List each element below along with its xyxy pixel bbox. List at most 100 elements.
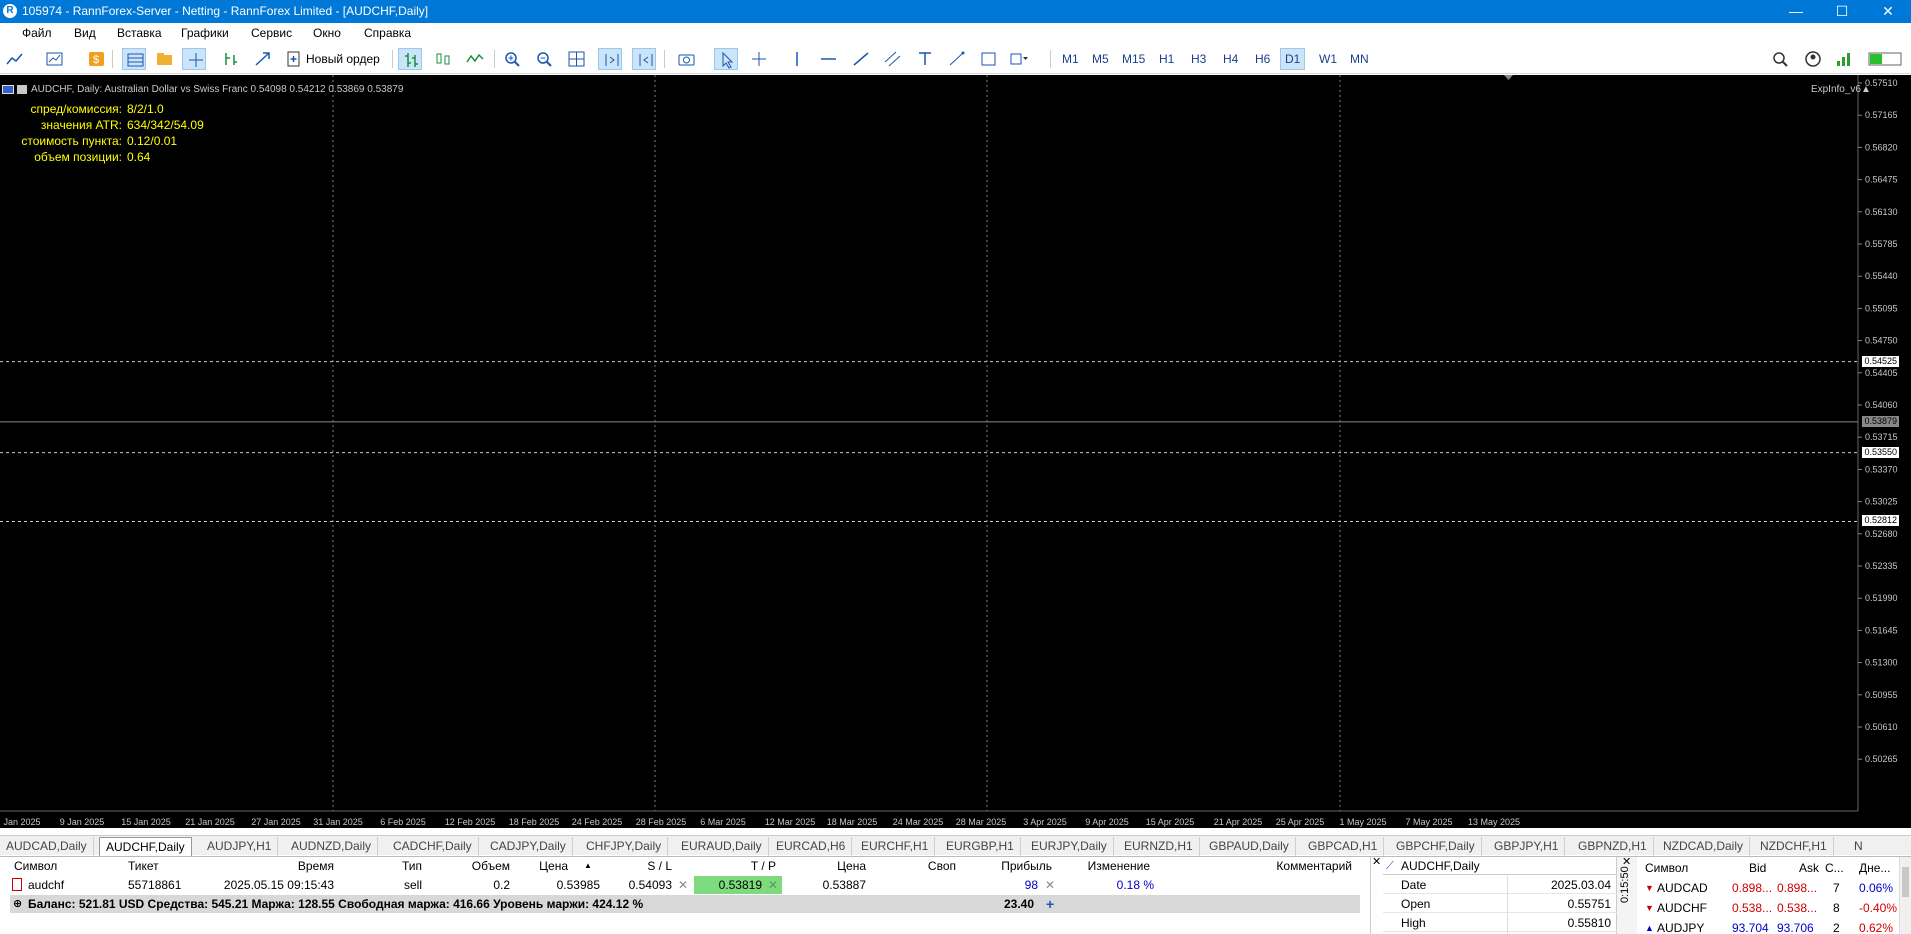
col-sl[interactable]: S / L (620, 857, 672, 875)
col-ticket[interactable]: Тикет (128, 857, 159, 875)
remove-tp-icon[interactable]: ✕ (768, 876, 778, 894)
menu-window[interactable]: Окно (313, 26, 341, 40)
symbol-tab[interactable]: GBPNZD,H1 (1572, 837, 1654, 856)
chart-window-icon[interactable] (42, 48, 66, 70)
market-row[interactable]: ▼ AUDCHF 0.538... 0.538... 8 -0.40% (1637, 899, 1899, 917)
chart-shift-icon[interactable] (598, 48, 622, 70)
trading-icon[interactable]: $ (84, 48, 108, 70)
timeframe-h1[interactable]: H1 (1155, 48, 1178, 70)
timeframe-h6[interactable]: H6 (1251, 48, 1274, 70)
symbol-tab[interactable]: AUDNZD,Daily (285, 837, 379, 856)
maximize-button[interactable]: ☐ (1819, 0, 1865, 23)
cell-tp[interactable]: 0.53819 (700, 876, 762, 894)
col-time[interactable]: Время (250, 857, 334, 875)
symbol-tab[interactable]: EURAUD,Daily (675, 837, 769, 856)
zoom-out-icon[interactable] (532, 48, 556, 70)
market-row[interactable]: ▼ AUDCAD 0.898... 0.898... 7 0.06% (1637, 879, 1899, 897)
channel-icon[interactable] (880, 48, 904, 70)
symbol-tab[interactable]: EURGBP,H1 (940, 837, 1021, 856)
symbol-tab[interactable]: CADJPY,Daily (484, 837, 573, 856)
menu-help[interactable]: Справка (364, 26, 411, 40)
symbol-tab[interactable]: EURJPY,Daily (1025, 837, 1114, 856)
chart-canvas[interactable]: 0.575100.571650.568200.564750.561300.557… (0, 75, 1911, 828)
mw-col-bid[interactable]: Bid (1749, 859, 1766, 877)
timeframe-w1[interactable]: W1 (1315, 48, 1341, 70)
close-button[interactable]: ✕ (1865, 0, 1911, 23)
symbol-tab[interactable]: N (1848, 837, 1869, 856)
new-order-button[interactable]: Новый ордер (284, 48, 386, 70)
close-position-icon[interactable]: ✕ (1045, 876, 1055, 894)
symbol-tab[interactable]: AUDCAD,Daily (0, 837, 94, 856)
search-icon[interactable] (1768, 48, 1792, 70)
symbol-tab-active[interactable]: AUDCHF,Daily (99, 837, 192, 856)
candles-icon[interactable] (430, 48, 454, 70)
fibo-icon[interactable] (944, 48, 968, 70)
signal-vps-icon[interactable] (1832, 48, 1856, 70)
col-profit[interactable]: Прибыль (980, 857, 1052, 875)
symbol-tab[interactable]: GBPCAD,H1 (1302, 837, 1385, 856)
shapes-icon[interactable] (976, 48, 1000, 70)
market-watch-icon[interactable] (122, 48, 146, 70)
symbol-tab[interactable]: AUDJPY,H1 (201, 837, 279, 856)
col-tp[interactable]: T / P (720, 857, 776, 875)
screenshot-icon[interactable] (674, 48, 698, 70)
bar-chart-icon[interactable] (398, 48, 422, 70)
crosshair-data-icon[interactable] (182, 48, 206, 70)
minimize-button[interactable]: — (1773, 0, 1819, 23)
timeframe-h4[interactable]: H4 (1219, 48, 1242, 70)
timeframe-h3[interactable]: H3 (1187, 48, 1210, 70)
symbol-tab[interactable]: CHFJPY,Daily (580, 837, 669, 856)
crosshair-icon[interactable] (746, 48, 770, 70)
col-swap[interactable]: Своп (900, 857, 956, 875)
close-toolbox-icon[interactable]: ✕ (1372, 855, 1381, 868)
timeframe-m5[interactable]: M5 (1088, 48, 1113, 70)
zoom-in-icon[interactable] (500, 48, 524, 70)
timeframe-d1[interactable]: D1 (1280, 48, 1306, 70)
balance-expand-icon[interactable]: ⊕ (13, 895, 22, 913)
timeframe-mn[interactable]: MN (1346, 48, 1373, 70)
account-icon[interactable] (1800, 48, 1824, 70)
symbol-tab[interactable]: GBPAUD,Daily (1203, 837, 1296, 856)
symbol-tab[interactable]: GBPCHF,Daily (1390, 837, 1482, 856)
line-mode-icon[interactable] (462, 48, 486, 70)
market-watch-scrollbar[interactable] (1899, 857, 1911, 934)
col-symbol[interactable]: Символ (14, 857, 57, 875)
add-position-icon[interactable]: + (1046, 895, 1054, 913)
menu-file[interactable]: Файл (22, 26, 52, 40)
line-chart-icon[interactable] (2, 48, 26, 70)
menu-insert[interactable]: Вставка (117, 26, 162, 40)
symbol-tab[interactable]: NZDCAD,Daily (1657, 837, 1751, 856)
col-price[interactable]: Цена (520, 857, 568, 875)
vertical-line-icon[interactable] (784, 48, 808, 70)
horizontal-line-icon[interactable] (816, 48, 840, 70)
tile-windows-icon[interactable] (564, 48, 588, 70)
menu-tools[interactable]: Сервис (251, 26, 292, 40)
price-chart[interactable]: 0.57510 0.57165 0.56820 0.56475 0.56130 0.557… (0, 75, 1911, 828)
autoscroll-icon[interactable] (250, 48, 274, 70)
symbol-tab[interactable]: EURCHF,H1 (855, 837, 936, 856)
text-tool-icon[interactable] (912, 48, 936, 70)
col-change[interactable]: Изменение (1060, 857, 1150, 875)
col-type[interactable]: Тип (380, 857, 422, 875)
autoscroll-chart-icon[interactable] (632, 48, 656, 70)
col-comment[interactable]: Комментарий (1230, 857, 1352, 875)
scrollbar-thumb[interactable] (1902, 867, 1909, 897)
timeframe-m15[interactable]: M15 (1118, 48, 1149, 70)
navigator-icon[interactable] (152, 48, 176, 70)
menu-charts[interactable]: Графики (181, 26, 229, 40)
symbol-tab[interactable]: EURCAD,H6 (770, 837, 853, 856)
remove-sl-icon[interactable]: ✕ (678, 876, 688, 894)
menu-view[interactable]: Вид (74, 26, 96, 40)
col-volume[interactable]: Объем (450, 857, 510, 875)
timeframe-m1[interactable]: M1 (1058, 48, 1083, 70)
more-tools-icon[interactable] (1006, 48, 1030, 70)
mw-col-symbol[interactable]: Символ (1645, 859, 1688, 877)
mw-col-ask[interactable]: Ask (1799, 859, 1819, 877)
cursor-icon[interactable] (714, 48, 738, 70)
market-row[interactable]: ▲ AUDJPY 93.704 93.706 2 0.62% (1637, 919, 1899, 934)
symbol-tab[interactable]: NZDCHF,H1 (1754, 837, 1834, 856)
mw-col-spread[interactable]: С... (1825, 859, 1844, 877)
cell-sl[interactable]: 0.54093 (620, 876, 672, 894)
col-cur-price[interactable]: Цена (800, 857, 866, 875)
trendline-icon[interactable] (848, 48, 872, 70)
